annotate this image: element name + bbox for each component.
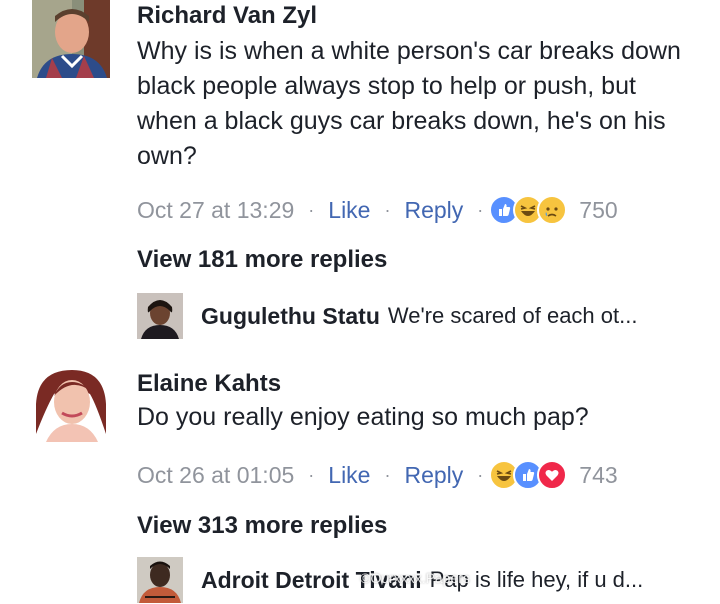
reaction-count[interactable]: 743 bbox=[579, 462, 617, 489]
comment-meta: Oct 26 at 01:05 · Like · Reply · 743 bbox=[137, 460, 618, 490]
separator: · bbox=[308, 464, 315, 485]
separator: · bbox=[384, 199, 391, 220]
timestamp[interactable]: Oct 27 at 13:29 bbox=[137, 197, 294, 224]
comment-meta: Oct 27 at 13:29 · Like · Reply · 750 bbox=[137, 195, 618, 225]
timestamp[interactable]: Oct 26 at 01:05 bbox=[137, 462, 294, 489]
sad-reaction-icon bbox=[537, 195, 568, 225]
reply-author[interactable]: Gugulethu Statu bbox=[201, 303, 380, 330]
reply-avatar[interactable] bbox=[137, 557, 183, 603]
reply-button[interactable]: Reply bbox=[404, 462, 463, 489]
reaction-count[interactable]: 750 bbox=[579, 197, 617, 224]
comment-text: Do you really enjoy eating so much pap? bbox=[137, 403, 589, 431]
love-reaction-icon bbox=[537, 460, 568, 490]
avatar[interactable] bbox=[32, 364, 110, 442]
reply-snippet: We're scared of each ot... bbox=[387, 303, 638, 328]
separator: · bbox=[384, 464, 391, 485]
like-button[interactable]: Like bbox=[328, 462, 370, 489]
avatar[interactable] bbox=[32, 0, 110, 78]
comment-author[interactable]: Elaine Kahts bbox=[137, 370, 281, 398]
comment-author[interactable]: Richard Van Zyl bbox=[137, 2, 317, 30]
reactions-summary[interactable] bbox=[489, 460, 568, 490]
latest-reply[interactable]: Gugulethu Statu We're scared of each ot.… bbox=[137, 292, 637, 340]
reactions-summary[interactable] bbox=[489, 195, 568, 225]
separator: · bbox=[477, 199, 484, 220]
reply-button[interactable]: Reply bbox=[404, 197, 463, 224]
view-more-replies-link[interactable]: View 181 more replies bbox=[137, 246, 387, 274]
watermark: ©Ourxxxx.Papers bbox=[360, 570, 470, 586]
reply-avatar[interactable] bbox=[137, 293, 183, 339]
separator: · bbox=[308, 199, 315, 220]
view-more-replies-link[interactable]: View 313 more replies bbox=[137, 512, 387, 540]
comment-text: Why is is when a white person's car brea… bbox=[137, 37, 681, 170]
separator: · bbox=[477, 464, 484, 485]
like-button[interactable]: Like bbox=[328, 197, 370, 224]
